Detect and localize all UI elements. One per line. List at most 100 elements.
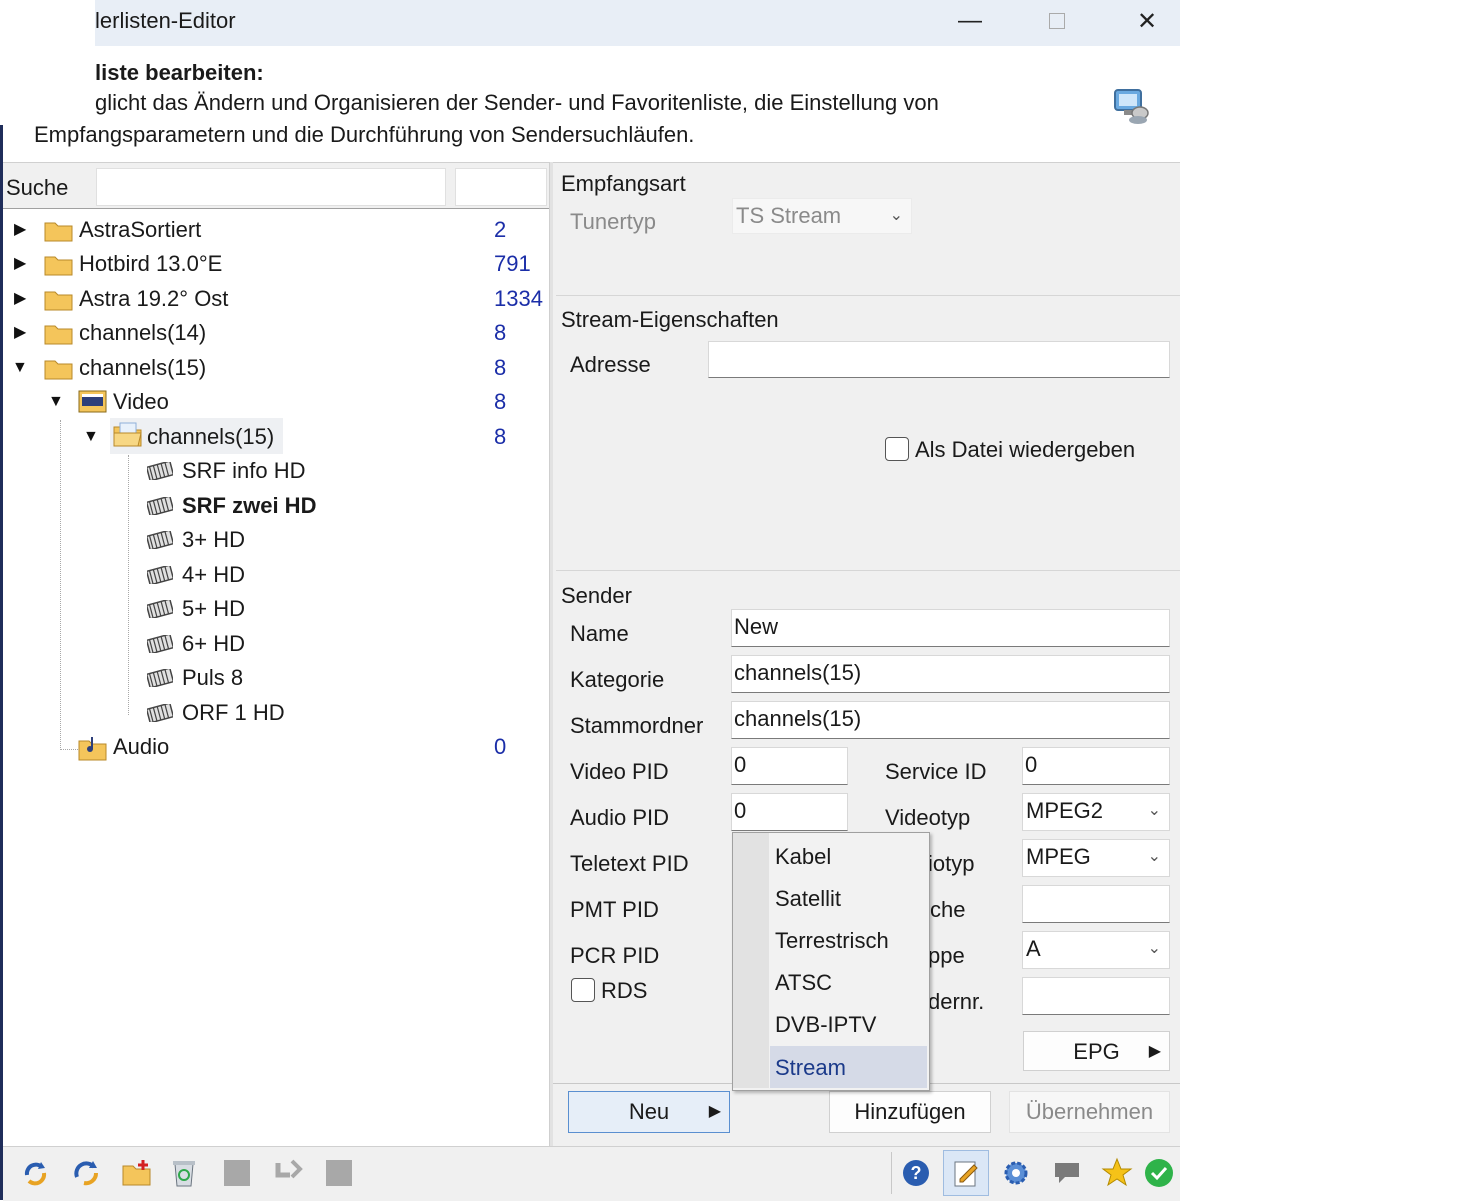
group-empfangsart-title: Empfangsart bbox=[561, 171, 686, 196]
folder-icon bbox=[44, 291, 73, 311]
menu-item-dvb-iptv[interactable]: DVB-IPTV bbox=[775, 1009, 876, 1041]
channel-count: 8 bbox=[494, 320, 507, 345]
expand-arrow-icon[interactable]: ▶ bbox=[14, 213, 26, 247]
rds-label: RDS bbox=[601, 978, 648, 1003]
settings-gear-icon[interactable] bbox=[993, 1150, 1039, 1196]
tunertyp-select: TS Stream ⌄ bbox=[732, 198, 912, 234]
tree-item-label: Hotbird 13.0°E bbox=[79, 251, 223, 276]
service-id-label: Service ID bbox=[885, 759, 987, 784]
tv-channel-icon bbox=[147, 462, 173, 480]
chat-bubble-icon[interactable] bbox=[1044, 1150, 1090, 1196]
tv-channel-icon bbox=[147, 566, 173, 584]
service-id-input[interactable]: 0 bbox=[1022, 747, 1170, 785]
menu-item-atsc[interactable]: ATSC bbox=[775, 967, 832, 999]
audio-pid-label: Audio PID bbox=[570, 805, 670, 830]
favorites-star-icon[interactable] bbox=[1094, 1150, 1140, 1196]
search-input[interactable] bbox=[96, 168, 446, 206]
audiotyp-selected-value: MPEG bbox=[1026, 844, 1091, 869]
collapse-arrow-icon[interactable]: ▼ bbox=[48, 385, 64, 419]
tree-item-label: 3+ HD bbox=[182, 527, 245, 552]
open-folder-icon bbox=[113, 422, 142, 447]
monitor-settings-icon bbox=[1114, 89, 1149, 124]
sprache-input[interactable] bbox=[1022, 885, 1170, 923]
neu-button[interactable]: Neu ▶ bbox=[568, 1091, 730, 1133]
dialog-heading: liste bearbeiten: bbox=[95, 60, 264, 85]
stammordner-input[interactable]: channels(15) bbox=[731, 701, 1170, 739]
rds-checkbox[interactable] bbox=[571, 978, 595, 1002]
chevron-down-icon: ⌄ bbox=[1147, 848, 1161, 865]
folder-icon bbox=[44, 325, 73, 345]
ok-check-icon[interactable] bbox=[1143, 1150, 1180, 1196]
panel-splitter[interactable] bbox=[549, 162, 553, 1146]
svg-text:?: ? bbox=[911, 1163, 922, 1183]
refresh-icon[interactable] bbox=[12, 1150, 58, 1196]
group-divider bbox=[556, 295, 1180, 296]
hinzufuegen-button[interactable]: Hinzufügen bbox=[829, 1091, 991, 1133]
name-input[interactable]: New bbox=[731, 609, 1170, 647]
tv-channel-icon bbox=[147, 635, 173, 653]
adresse-input[interactable] bbox=[708, 341, 1170, 378]
edit-list-icon[interactable] bbox=[943, 1150, 989, 1196]
tree-guide-line bbox=[128, 455, 129, 715]
chevron-down-icon: ⌄ bbox=[1147, 802, 1161, 819]
tree-item-label: Audio bbox=[113, 734, 170, 759]
toolbar-separator bbox=[891, 1152, 892, 1194]
group-sender-title: Sender bbox=[561, 583, 632, 608]
video-pid-input[interactable]: 0 bbox=[731, 747, 848, 785]
window-title: lerlisten-Editor bbox=[95, 8, 236, 33]
tree-item-label: channels(15) bbox=[79, 355, 207, 380]
dialog-description-line-1: glicht das Ändern und Organisieren der S… bbox=[95, 90, 939, 115]
audio-folder-icon bbox=[78, 737, 107, 761]
expand-arrow-icon[interactable]: ▶ bbox=[14, 316, 26, 350]
undo-icon bbox=[265, 1150, 311, 1196]
channel-count: 8 bbox=[494, 355, 507, 380]
recycle-bin-icon[interactable] bbox=[161, 1150, 207, 1196]
channel-count: 8 bbox=[494, 389, 507, 414]
tv-channel-icon bbox=[147, 600, 173, 618]
new-folder-icon[interactable] bbox=[114, 1150, 160, 1196]
collapse-arrow-icon[interactable]: ▼ bbox=[83, 420, 99, 454]
expand-arrow-icon[interactable]: ▶ bbox=[14, 282, 26, 316]
close-button[interactable]: ✕ bbox=[1117, 0, 1177, 42]
help-icon[interactable]: ? bbox=[893, 1150, 939, 1196]
audio-pid-input[interactable]: 0 bbox=[731, 793, 848, 831]
epg-button[interactable]: EPG ▶ bbox=[1023, 1031, 1170, 1071]
menu-icon-gutter bbox=[733, 833, 769, 1088]
tv-channel-icon bbox=[147, 669, 173, 687]
menu-item-stream[interactable]: Stream bbox=[775, 1052, 846, 1084]
gray-square-icon bbox=[214, 1150, 260, 1196]
als-datei-label: Als Datei wiedergeben bbox=[915, 437, 1136, 462]
kategorie-input[interactable]: channels(15) bbox=[731, 655, 1170, 693]
uebernehmen-button[interactable]: Übernehmen bbox=[1009, 1091, 1170, 1133]
folder-icon bbox=[44, 222, 73, 242]
submenu-arrow-icon: ▶ bbox=[1148, 1043, 1161, 1060]
videotyp-select[interactable]: MPEG2 ⌄ bbox=[1022, 793, 1170, 831]
title-bar bbox=[95, 0, 1180, 46]
channel-count: 2 bbox=[494, 217, 507, 242]
tree-item-label: Astra 19.2° Ost bbox=[79, 286, 229, 311]
audiotyp-label: iotyp bbox=[928, 851, 975, 876]
audiotyp-select[interactable]: MPEG ⌄ bbox=[1022, 839, 1170, 877]
collapse-arrow-icon[interactable]: ▼ bbox=[12, 351, 28, 385]
tree-item-label: 4+ HD bbox=[182, 562, 245, 587]
chevron-down-icon: ⌄ bbox=[1147, 940, 1161, 957]
tunertyp-selected-value: TS Stream bbox=[736, 203, 842, 228]
tv-channel-icon bbox=[147, 531, 173, 549]
epg-button-label: EPG bbox=[1073, 1039, 1120, 1064]
tree-item-label: SRF zwei HD bbox=[182, 493, 317, 518]
menu-item-terrestrisch[interactable]: Terrestrisch bbox=[775, 925, 889, 957]
expand-arrow-icon[interactable]: ▶ bbox=[14, 247, 26, 281]
video-pid-label: Video PID bbox=[570, 759, 669, 784]
menu-item-satellit[interactable]: Satellit bbox=[775, 883, 841, 915]
maximize-button[interactable] bbox=[1027, 0, 1087, 42]
tree-item-label: Puls 8 bbox=[182, 665, 244, 690]
als-datei-checkbox[interactable] bbox=[885, 437, 909, 461]
sendernr-input[interactable] bbox=[1022, 977, 1170, 1015]
adresse-label: Adresse bbox=[570, 352, 651, 377]
minimize-button[interactable]: — bbox=[940, 0, 1000, 42]
tree-guide-line bbox=[60, 749, 78, 750]
reload-icon[interactable] bbox=[63, 1150, 109, 1196]
menu-item-kabel[interactable]: Kabel bbox=[775, 841, 831, 873]
gruppe-select[interactable]: A ⌄ bbox=[1022, 931, 1170, 969]
search-filter-box[interactable] bbox=[455, 168, 547, 206]
